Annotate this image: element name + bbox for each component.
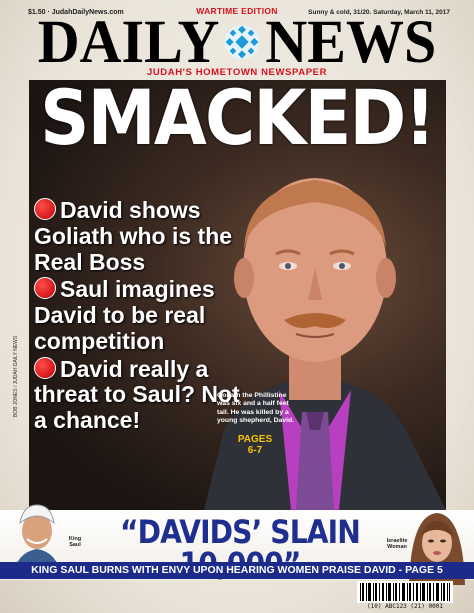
red-bullet-icon <box>34 198 56 220</box>
masthead-word-daily: DAILY <box>37 7 220 76</box>
photo-caption: Goliath the Phillistine was six and a ha… <box>217 392 295 425</box>
red-bullet-icon <box>34 356 56 379</box>
masthead-word-news: NEWS <box>265 7 437 76</box>
newspaper-cover: $1.50 · JudahDailyNews.com WARTIME EDITI… <box>0 0 474 613</box>
red-bullet-icon <box>34 277 56 300</box>
pages-range: 6-7 <box>247 445 263 456</box>
masthead: DAILY NEWS <box>28 11 446 72</box>
king-saul-label: King Saul <box>68 536 82 549</box>
star-of-david-logo-icon <box>225 24 260 60</box>
bottom-subheadline: KING SAUL BURNS WITH ENVY UPON HEARING W… <box>0 562 474 579</box>
bullet-item: David shows Goliath who is the Real Boss <box>34 197 233 275</box>
main-headline: SMACKED! <box>40 73 436 162</box>
pages-label: PAGES <box>237 434 273 445</box>
photo-credit: BOB JONES / JUDAH DAILY NEWS <box>13 335 19 417</box>
barcode-number: (10) ABC123 (21) 0001 <box>367 603 443 610</box>
pages-reference: PAGES 6-7 <box>215 434 295 456</box>
bullet-item: Saul imagines David to be real competiti… <box>34 276 215 354</box>
barcode-icon <box>357 581 453 603</box>
